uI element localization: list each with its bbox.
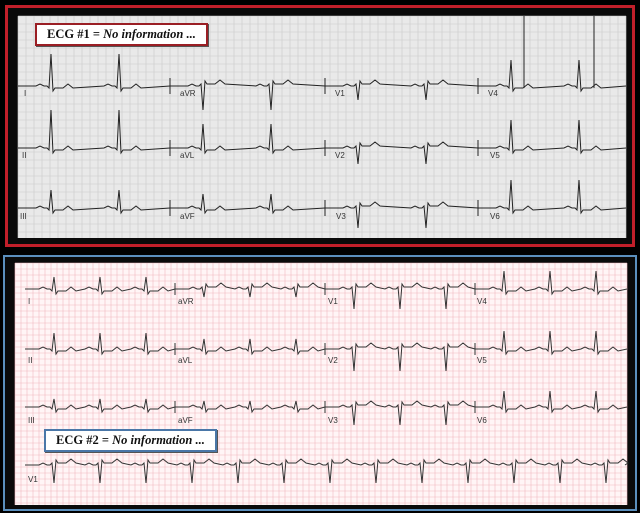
lead-label-aVR: aVR — [178, 297, 194, 306]
lead-label-V4: V4 — [477, 297, 487, 306]
lead-label-aVL: aVL — [178, 356, 193, 365]
lead-label-V3: V3 — [336, 212, 346, 221]
ecg-tracing-2 — [14, 262, 629, 505]
lead-label-III: III — [20, 212, 27, 221]
lead-label-V5: V5 — [490, 151, 500, 160]
lead-label-V6: V6 — [490, 212, 500, 221]
lead-label-V5: V5 — [477, 356, 487, 365]
lead-label-I: I — [28, 297, 31, 306]
lead-label-V2: V2 — [335, 151, 345, 160]
lead-label-aVL: aVL — [180, 151, 195, 160]
ecg-1-caption-prefix: ECG #1 = — [47, 27, 104, 41]
lead-label-II: II — [22, 151, 27, 160]
lead-label-aVF: aVF — [178, 416, 193, 425]
ecg-2-caption-prefix: ECG #2 = — [56, 433, 113, 447]
ecg-1-caption: ECG #1 = No information ... — [35, 23, 208, 46]
lead-label-II: II — [28, 356, 33, 365]
ecg-2-caption-note: No information ... — [112, 433, 205, 447]
lead-label-V4: V4 — [488, 89, 498, 98]
lead-label-aVR: aVR — [180, 89, 196, 98]
lead-label-V6: V6 — [477, 416, 487, 425]
ecg-2-caption: ECG #2 = No information ... — [44, 429, 217, 452]
lead-label-V1: V1 — [328, 297, 338, 306]
lead-label-V3: V3 — [328, 416, 338, 425]
lead-label-aVF: aVF — [180, 212, 195, 221]
lead-label-V2: V2 — [328, 356, 338, 365]
lead-label-V1: V1 — [335, 89, 345, 98]
ecg-panel-2 — [3, 255, 637, 511]
ecg-1-caption-note: No information ... — [103, 27, 196, 41]
lead-label-I: I — [24, 89, 27, 98]
lead-label-III: III — [28, 416, 35, 425]
lead-label-rhythm-V1: V1 — [28, 475, 38, 484]
